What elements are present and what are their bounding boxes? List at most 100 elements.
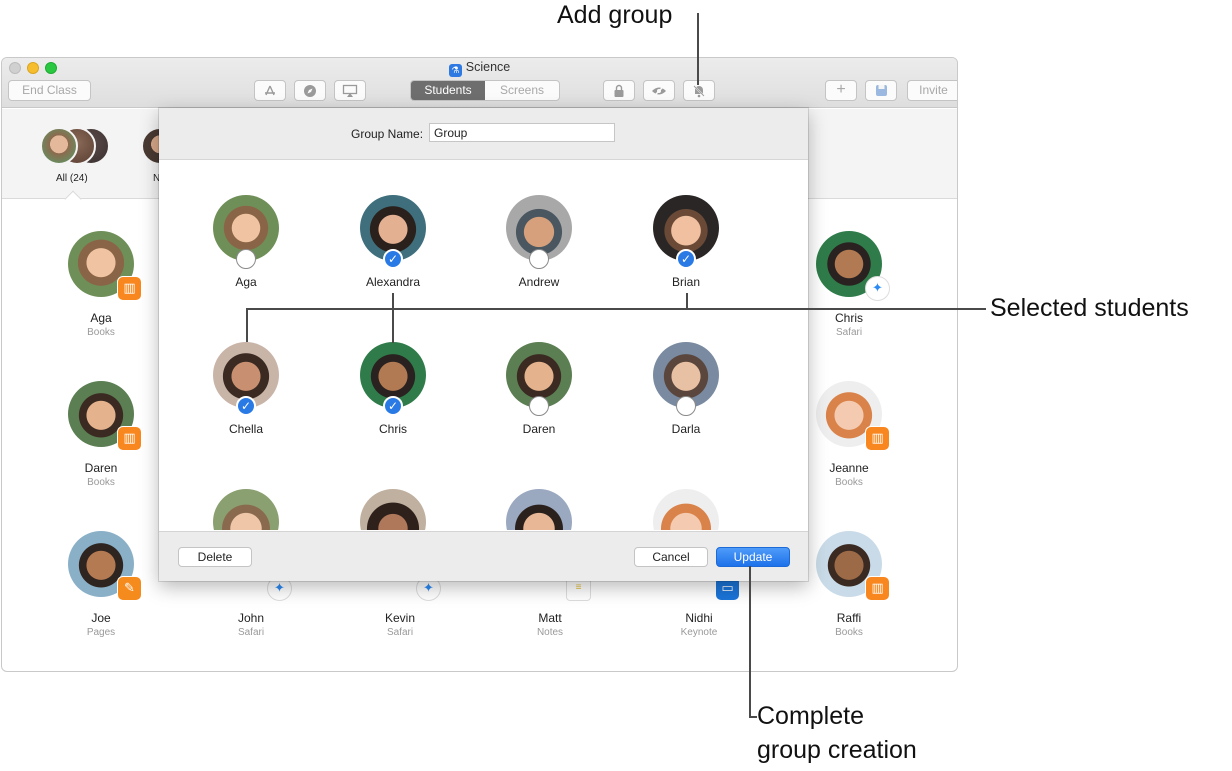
student-name: Kevin [384, 611, 416, 625]
unchecked-circle-icon[interactable] [676, 396, 696, 416]
callout-line [749, 716, 757, 718]
student-name: Darla [671, 422, 701, 436]
student-name: Brian [671, 275, 700, 289]
student-name: Matt [538, 611, 562, 625]
student-app: Notes [536, 627, 564, 638]
student-choice[interactable]: Andrew [484, 195, 594, 289]
student-tile[interactable]: ▥ Aga Books [41, 231, 161, 338]
student-choice[interactable]: ✓ Chris [338, 342, 448, 436]
student-app: Safari [237, 627, 265, 638]
student-name: Alexandra [365, 275, 421, 289]
delete-button[interactable]: Delete [178, 547, 252, 567]
update-button[interactable]: Update [716, 547, 790, 567]
pages-app-icon: ✎ [117, 576, 142, 601]
checkmark-icon[interactable]: ✓ [236, 396, 256, 416]
unchecked-circle-icon[interactable] [529, 249, 549, 269]
student-name: Aga [235, 275, 257, 289]
lock-button[interactable] [603, 80, 635, 101]
avatar [213, 489, 279, 530]
invite-button[interactable]: Invite [907, 80, 957, 101]
avatar: ✦ [816, 231, 890, 301]
open-app-button[interactable] [254, 80, 286, 101]
airplay-button[interactable] [334, 80, 366, 101]
student-choice[interactable]: Aga [191, 195, 301, 289]
student-choice[interactable]: ✓ Brian [631, 195, 741, 289]
checkmark-icon[interactable]: ✓ [383, 396, 403, 416]
student-choice[interactable]: ✓ Chella [191, 342, 301, 436]
callout-line [246, 308, 248, 342]
avatar [506, 489, 572, 530]
unchecked-circle-icon[interactable] [236, 249, 256, 269]
avatar: ▥ [816, 381, 890, 451]
student-name: Daren [522, 422, 556, 436]
add-group-icon: + [836, 81, 846, 98]
checkmark-icon[interactable]: ✓ [383, 249, 403, 269]
group-label: All (24) [56, 173, 88, 184]
books-app-icon: ▥ [117, 426, 142, 451]
window-title: Science [465, 60, 511, 74]
hide-button[interactable] [643, 80, 675, 101]
student-choice[interactable]: Daren [484, 342, 594, 436]
student-name: John [237, 611, 265, 625]
airplay-icon [342, 84, 358, 97]
student-app: Books [87, 327, 115, 338]
avatar: ▥ [816, 531, 890, 601]
avatar: ✓ [360, 195, 426, 269]
student-choice[interactable] [631, 489, 741, 530]
books-app-icon: ▥ [865, 576, 890, 601]
window-title-bar: ⚗ Science [2, 60, 957, 77]
save-group-button[interactable] [865, 80, 897, 101]
student-name: Chris [378, 422, 407, 436]
student-tile[interactable]: ✎ Joe Pages [41, 531, 161, 638]
books-app-icon: ▥ [117, 276, 142, 301]
toolbar: ⚗ Science End Class Students Screens + I… [2, 58, 957, 108]
student-choice[interactable]: Darla [631, 342, 741, 436]
student-choice[interactable] [484, 489, 594, 530]
callout-add-group: Add group [557, 1, 673, 29]
mute-button[interactable] [683, 80, 715, 101]
student-name: Nidhi [685, 611, 713, 625]
group-name-label: Group Name: [351, 127, 424, 141]
callout-complete: Complete [757, 702, 864, 730]
callout-line [749, 566, 751, 718]
tab-screens[interactable]: Screens [485, 81, 559, 100]
student-app: Keynote [680, 627, 718, 638]
mute-icon [693, 85, 705, 98]
save-icon [875, 85, 887, 96]
avatar [360, 489, 426, 530]
end-class-button[interactable]: End Class [8, 80, 91, 101]
student-app: Books [87, 477, 115, 488]
lock-icon [614, 84, 624, 97]
student-name: Joe [91, 611, 111, 625]
microscope-icon: ⚗ [448, 64, 462, 77]
avatar [653, 342, 719, 416]
avatar [40, 127, 78, 165]
avatar: ✓ [653, 195, 719, 269]
unchecked-circle-icon[interactable] [529, 396, 549, 416]
app-store-icon [265, 85, 275, 96]
student-choice[interactable] [191, 489, 301, 530]
avatar: ▥ [68, 231, 142, 301]
selection-pointer [64, 190, 82, 208]
student-choice[interactable] [338, 489, 448, 530]
avatar [506, 195, 572, 269]
edit-group-sheet: Group Name: Aga ✓ Alexandra Andrew ✓ [159, 108, 808, 581]
avatar: ✓ [360, 342, 426, 416]
cancel-button[interactable]: Cancel [634, 547, 708, 567]
group-name-field[interactable] [429, 123, 615, 142]
checkmark-icon[interactable]: ✓ [676, 249, 696, 269]
student-app: Pages [86, 627, 116, 638]
callout-complete-2: group creation [757, 736, 917, 764]
add-group-button[interactable]: + [825, 80, 857, 101]
callout-line [246, 308, 986, 310]
view-segmented-control: Students Screens [410, 80, 560, 101]
student-tile[interactable]: ▥ Daren Books [41, 381, 161, 488]
sheet-footer: Delete Cancel Update [159, 531, 808, 581]
student-app: Books [835, 627, 863, 638]
avatar: ✎ [68, 531, 142, 601]
student-choice[interactable]: ✓ Alexandra [338, 195, 448, 289]
student-picker: Aga ✓ Alexandra Andrew ✓ Brian ✓ Chella [159, 161, 808, 530]
navigate-button[interactable] [294, 80, 326, 101]
student-app: Safari [386, 627, 414, 638]
tab-students[interactable]: Students [411, 81, 485, 100]
